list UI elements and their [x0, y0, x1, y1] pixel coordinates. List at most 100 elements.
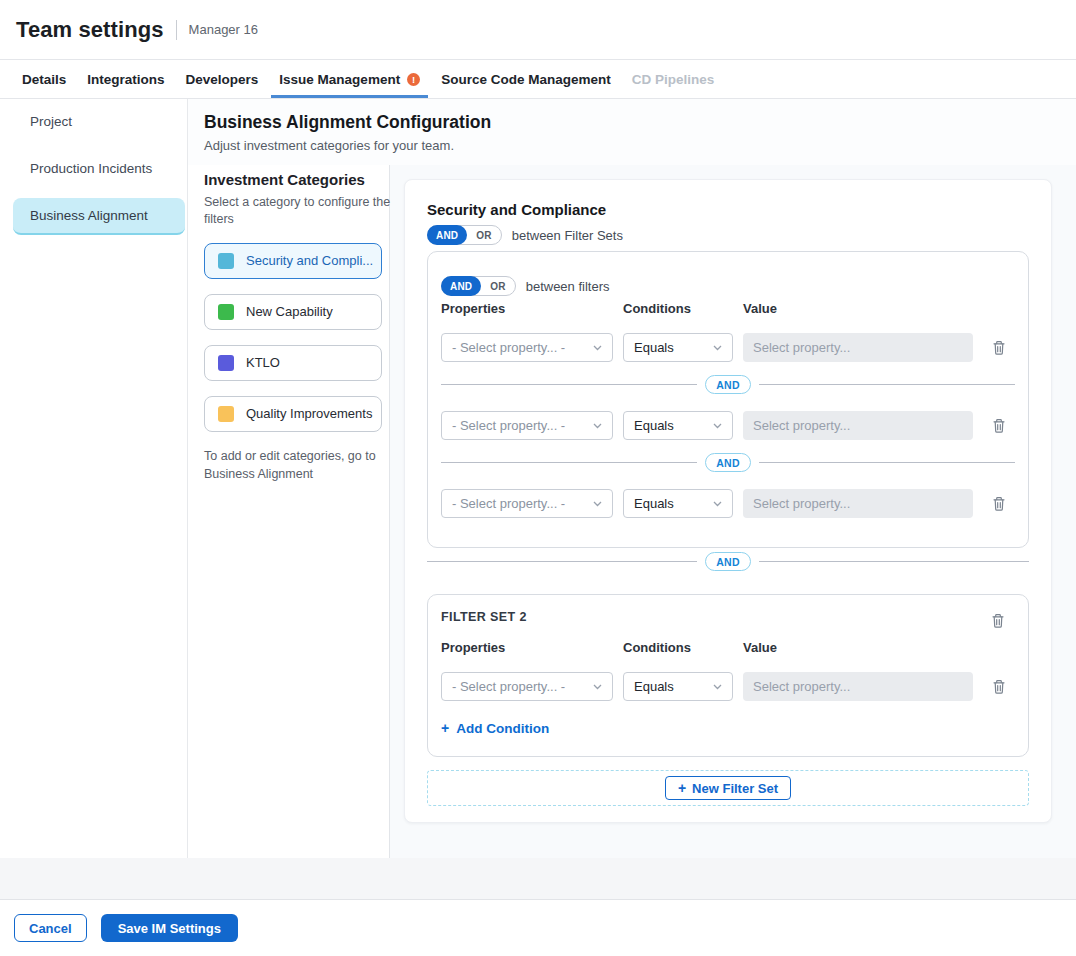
value-input[interactable]: Select property...	[743, 489, 973, 518]
tab-developers[interactable]: Developers	[186, 60, 259, 98]
section-title: Business Alignment Configuration	[204, 112, 1060, 133]
tab-issue-management[interactable]: Issue Management !	[271, 60, 428, 98]
add-condition-button[interactable]: + Add Condition	[441, 721, 1015, 736]
chevron-down-icon	[713, 423, 722, 429]
chevron-down-icon	[593, 345, 602, 351]
chevron-down-icon	[593, 684, 602, 690]
filter-row: - Select property... - Equals Select pro…	[441, 672, 1015, 701]
chevron-down-icon	[713, 345, 722, 351]
category-color-swatch	[218, 253, 234, 269]
footer-spacer	[0, 858, 1076, 900]
and-row-separator: AND	[441, 375, 1015, 394]
value-input[interactable]: Select property...	[743, 672, 973, 701]
value-column-label: Value	[743, 640, 777, 655]
and-option[interactable]: AND	[427, 225, 467, 245]
category-ktlo[interactable]: KTLO	[204, 345, 382, 381]
action-footer: Cancel Save IM Settings	[0, 900, 1076, 956]
sidebar-item-project[interactable]: Project	[13, 104, 185, 139]
category-color-swatch	[218, 406, 234, 422]
save-im-settings-button[interactable]: Save IM Settings	[101, 914, 238, 942]
value-input[interactable]: Select property...	[743, 411, 973, 440]
plus-icon: +	[678, 781, 686, 795]
categories-note: To add or edit categories, go to Busines…	[204, 447, 389, 483]
filter-row: - Select property... - Equals Select pro…	[441, 333, 1015, 362]
chevron-down-icon	[713, 684, 722, 690]
condition-select[interactable]: Equals	[623, 333, 733, 362]
category-security-and-compliance[interactable]: Security and Compli...	[204, 243, 382, 279]
plus-icon: +	[441, 721, 449, 735]
tab-bar: Details Integrations Developers Issue Ma…	[0, 60, 1076, 99]
property-select[interactable]: - Select property... -	[441, 672, 613, 701]
chevron-down-icon	[713, 501, 722, 507]
tab-cd-pipelines[interactable]: CD Pipelines	[632, 60, 715, 98]
filter-columns-header: Properties Conditions Value	[441, 640, 1015, 655]
value-column-label: Value	[743, 301, 777, 316]
tab-integrations[interactable]: Integrations	[87, 60, 164, 98]
filter-set-2-title: FILTER SET 2	[441, 610, 527, 624]
sidebar-item-production-incidents[interactable]: Production Incidents	[13, 151, 185, 186]
filters-card-title: Security and Compliance	[427, 201, 1029, 218]
condition-select[interactable]: Equals	[623, 672, 733, 701]
filter-set-1: AND OR between filters Properties Condit…	[427, 251, 1029, 548]
delete-filter-set-button[interactable]	[991, 613, 1005, 629]
sidebar-item-business-alignment[interactable]: Business Alignment	[13, 198, 185, 235]
chevron-down-icon	[593, 423, 602, 429]
trash-icon	[992, 418, 1006, 434]
or-option[interactable]: OR	[481, 281, 514, 292]
category-quality-improvements[interactable]: Quality Improvements	[204, 396, 382, 432]
delete-row-button[interactable]	[992, 496, 1006, 512]
and-separator-pill: AND	[705, 375, 750, 394]
delete-row-button[interactable]	[992, 418, 1006, 434]
value-input[interactable]: Select property...	[743, 333, 973, 362]
categories-title: Investment Categories	[204, 171, 389, 188]
and-row-separator: AND	[441, 453, 1015, 472]
filter-configuration-area: Security and Compliance AND OR between F…	[390, 165, 1076, 858]
filter-row: - Select property... - Equals Select pro…	[441, 489, 1015, 518]
section-subtitle: Adjust investment categories for your te…	[204, 138, 1060, 153]
condition-select[interactable]: Equals	[623, 489, 733, 518]
page-title: Team settings	[16, 17, 164, 43]
category-color-swatch	[218, 304, 234, 320]
categories-hint: Select a category to configure the filte…	[204, 194, 396, 228]
filter-set-2: FILTER SET 2 Propert	[427, 594, 1029, 757]
trash-icon	[992, 496, 1006, 512]
warning-icon: !	[407, 73, 420, 86]
delete-row-button[interactable]	[992, 679, 1006, 695]
properties-column-label: Properties	[441, 301, 623, 316]
manager-label: Manager 16	[189, 22, 258, 37]
chevron-down-icon	[593, 501, 602, 507]
category-color-swatch	[218, 355, 234, 371]
tab-source-code-management[interactable]: Source Code Management	[441, 60, 611, 98]
filter-row: - Select property... - Equals Select pro…	[441, 411, 1015, 440]
new-filter-set-area: + New Filter Set	[427, 770, 1029, 806]
new-filter-set-button[interactable]: + New Filter Set	[665, 776, 791, 800]
trash-icon	[991, 613, 1005, 629]
and-or-toggle-sets[interactable]: AND OR	[427, 225, 502, 245]
conditions-column-label: Conditions	[623, 301, 743, 316]
cancel-button[interactable]: Cancel	[14, 914, 87, 942]
property-select[interactable]: - Select property... -	[441, 489, 613, 518]
section-header: Business Alignment Configuration Adjust …	[188, 99, 1076, 165]
and-separator-pill: AND	[705, 453, 750, 472]
property-select[interactable]: - Select property... -	[441, 411, 613, 440]
settings-sidebar: Project Production Incidents Business Al…	[0, 99, 188, 858]
trash-icon	[992, 679, 1006, 695]
and-option[interactable]: AND	[441, 276, 481, 296]
category-filters-card: Security and Compliance AND OR between F…	[404, 179, 1052, 823]
investment-categories-panel: Investment Categories Select a category …	[188, 165, 390, 858]
delete-row-button[interactable]	[992, 340, 1006, 356]
trash-icon	[992, 340, 1006, 356]
between-filter-sets-label: between Filter Sets	[512, 228, 623, 243]
title-divider	[176, 20, 177, 40]
filter-columns-header: Properties Conditions Value	[441, 301, 1015, 316]
and-or-toggle-filters[interactable]: AND OR	[441, 276, 516, 296]
or-option[interactable]: OR	[467, 230, 500, 241]
property-select[interactable]: - Select property... -	[441, 333, 613, 362]
condition-select[interactable]: Equals	[623, 411, 733, 440]
top-header: Team settings Manager 16	[0, 0, 1076, 60]
tab-details[interactable]: Details	[22, 60, 66, 98]
and-separator-pill: AND	[705, 552, 750, 571]
and-set-separator: AND	[427, 552, 1029, 571]
category-new-capability[interactable]: New Capability	[204, 294, 382, 330]
conditions-column-label: Conditions	[623, 640, 743, 655]
